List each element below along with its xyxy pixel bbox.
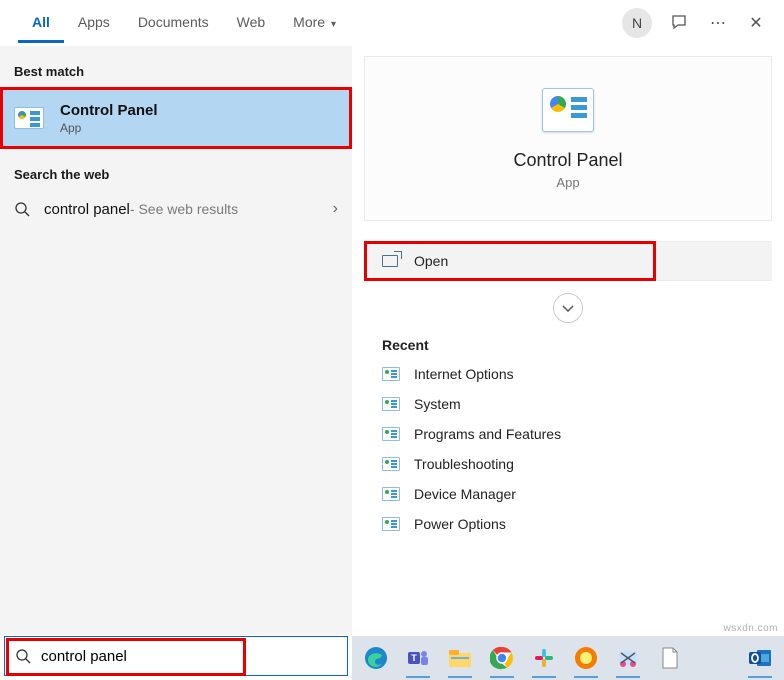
chevron-right-icon: › [333, 200, 338, 218]
preview-title: Control Panel [513, 150, 622, 171]
open-label: Open [414, 253, 448, 269]
main-area: Best match Control Panel App Search the … [0, 46, 784, 635]
recent-label: Internet Options [414, 366, 514, 382]
control-panel-tiny-icon [382, 397, 400, 411]
close-icon[interactable]: ✕ [746, 13, 766, 33]
recent-item[interactable]: System [364, 389, 772, 419]
recent-item[interactable]: Internet Options [364, 359, 772, 389]
recent-label: Programs and Features [414, 426, 561, 442]
tab-all[interactable]: All [18, 2, 64, 43]
filter-tabs: All Apps Documents Web More ▾ [18, 2, 350, 43]
web-query: control panel [44, 201, 130, 218]
file-icon[interactable] [654, 642, 686, 674]
best-match-title: Control Panel [60, 102, 158, 119]
edge-icon[interactable] [360, 642, 392, 674]
recent-list: Internet Options System Programs and Fea… [352, 359, 784, 539]
best-match-sub: App [60, 121, 158, 135]
recent-item[interactable]: Troubleshooting [364, 449, 772, 479]
preview-card: Control Panel App [364, 56, 772, 221]
recent-label: Device Manager [414, 486, 516, 502]
open-action[interactable]: Open [364, 241, 772, 281]
file-explorer-icon[interactable] [444, 642, 476, 674]
slack-icon[interactable] [528, 642, 560, 674]
recent-header: Recent [352, 323, 784, 359]
control-panel-tiny-icon [382, 427, 400, 441]
chevron-down-icon: ▾ [331, 19, 336, 30]
tab-apps[interactable]: Apps [64, 2, 124, 43]
ellipsis-icon[interactable]: ⋯ [708, 13, 728, 33]
taskbar: T [352, 636, 784, 680]
tab-more[interactable]: More ▾ [279, 2, 350, 43]
control-panel-tiny-icon [382, 517, 400, 531]
recent-item[interactable]: Power Options [364, 509, 772, 539]
web-result-item[interactable]: control panel - See web results › [0, 190, 352, 228]
search-web-header: Search the web [0, 149, 352, 190]
control-panel-tiny-icon [382, 367, 400, 381]
recent-item[interactable]: Device Manager [364, 479, 772, 509]
chevron-down-icon [561, 301, 575, 315]
recent-item[interactable]: Programs and Features [364, 419, 772, 449]
expand-button[interactable] [553, 293, 583, 323]
search-input[interactable] [37, 637, 347, 675]
control-panel-tiny-icon [382, 487, 400, 501]
search-icon [15, 648, 31, 664]
feedback-icon[interactable] [670, 13, 690, 33]
tab-web[interactable]: Web [223, 2, 280, 43]
user-avatar[interactable]: N [622, 8, 652, 38]
search-icon [14, 201, 30, 217]
top-toolbar: All Apps Documents Web More ▾ N ⋯ ✕ [0, 0, 784, 46]
recent-label: Power Options [414, 516, 506, 532]
best-match-text: Control Panel App [60, 102, 158, 135]
search-box[interactable] [4, 636, 348, 676]
preview-panel: Control Panel App Open Recent Internet O… [352, 46, 784, 635]
preview-sub: App [556, 175, 579, 190]
control-panel-icon [14, 107, 44, 129]
snip-icon[interactable] [612, 642, 644, 674]
recent-label: System [414, 396, 461, 412]
outlook-icon[interactable] [744, 642, 776, 674]
teams-icon[interactable]: T [402, 642, 434, 674]
svg-text:T: T [411, 653, 417, 663]
open-icon [382, 255, 398, 267]
chrome-icon[interactable] [486, 642, 518, 674]
best-match-header: Best match [0, 46, 352, 87]
best-match-item[interactable]: Control Panel App [0, 87, 352, 149]
app-icon-orange[interactable] [570, 642, 602, 674]
watermark: wsxdn.com [723, 623, 778, 634]
tab-documents[interactable]: Documents [124, 2, 223, 43]
web-hint: - See web results [130, 201, 238, 217]
control-panel-tiny-icon [382, 457, 400, 471]
results-panel: Best match Control Panel App Search the … [0, 46, 352, 635]
recent-label: Troubleshooting [414, 456, 514, 472]
control-panel-large-icon [542, 88, 594, 132]
top-right-controls: N ⋯ ✕ [622, 8, 766, 38]
